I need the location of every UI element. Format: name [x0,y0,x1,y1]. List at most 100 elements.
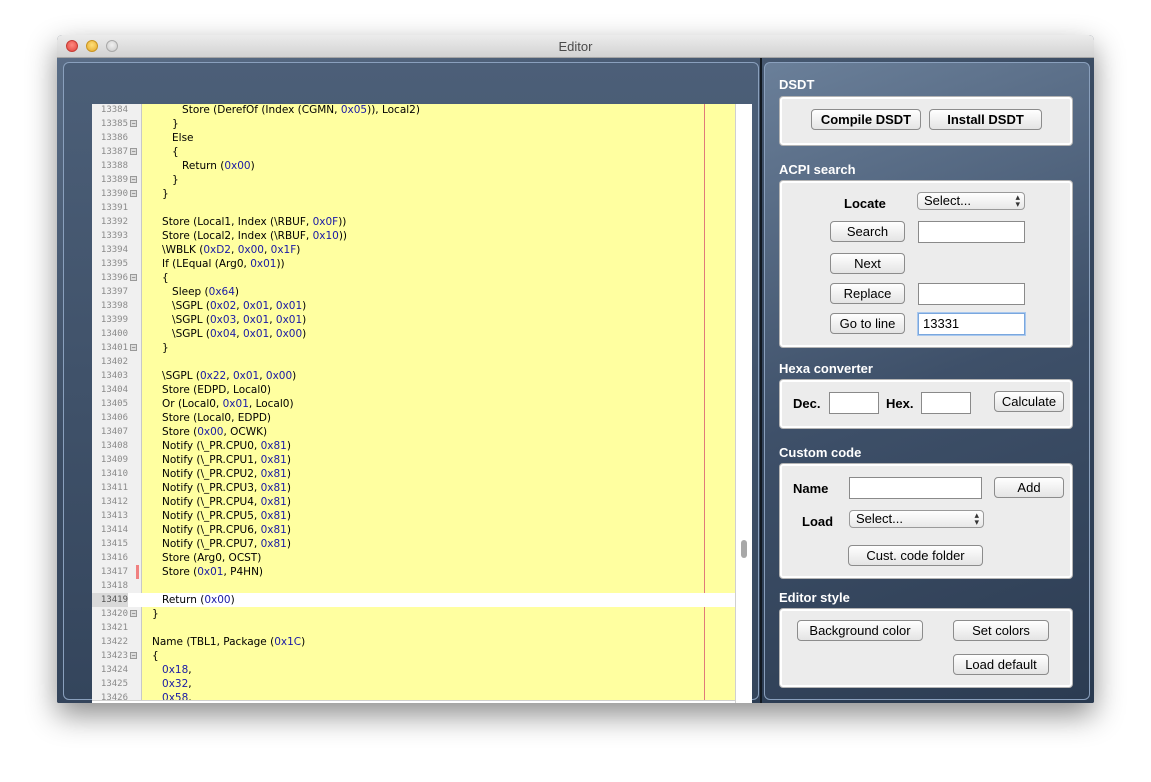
code-line[interactable]: 13425 0x32, [92,677,735,691]
code-line[interactable]: 13391 [92,201,735,215]
code-line[interactable]: 13399 \SGPL (0x03, 0x01, 0x01) [92,313,735,327]
go-to-line-button[interactable]: Go to line [830,313,905,334]
load-select[interactable]: Select... ▴ ▾ [849,510,984,528]
fold-toggle-icon[interactable]: − [130,176,137,184]
hex-input[interactable] [921,392,971,414]
code-line[interactable]: 13389− } [92,173,735,187]
code-line[interactable]: 13393 Store (Local2, Index (\RBUF, 0x10)… [92,229,735,243]
code-line[interactable]: 13424 0x18, [92,663,735,677]
search-input[interactable] [918,221,1025,243]
code-line[interactable]: 13412 Notify (\_PR.CPU4, 0x81) [92,495,735,509]
locate-select[interactable]: Select... ▴ ▾ [917,192,1025,210]
code-text: Name (TBL1, Package (0x1C) [142,636,306,648]
fold-toggle-icon[interactable]: − [130,120,137,128]
line-number: 13404 [100,385,128,395]
code-line[interactable]: 13411 Notify (\_PR.CPU3, 0x81) [92,481,735,495]
install-dsdt-button[interactable]: Install DSDT [929,109,1042,130]
next-button[interactable]: Next [830,253,905,274]
line-number: 13405 [100,399,128,409]
compile-dsdt-button[interactable]: Compile DSDT [811,109,921,130]
code-line[interactable]: 13418 [92,579,735,593]
code-text: Sleep (0x64) [142,286,240,298]
code-line[interactable]: 13387− { [92,145,735,159]
fold-toggle-icon[interactable]: − [130,148,137,156]
split-divider[interactable] [760,58,762,703]
line-number: 13401 [100,343,128,353]
code-text: } [142,188,169,200]
line-number: 13417 [100,567,128,577]
code-line[interactable]: 13390− } [92,187,735,201]
code-text: Notify (\_PR.CPU3, 0x81) [142,482,291,494]
fold-toggle-icon[interactable]: − [130,652,137,660]
code-line[interactable]: 13396− { [92,271,735,285]
code-line[interactable]: 13398 \SGPL (0x02, 0x01, 0x01) [92,299,735,313]
line-number: 13408 [100,441,128,451]
code-text: Store (Local1, Index (\RBUF, 0x0F)) [142,216,347,228]
load-default-button[interactable]: Load default [953,654,1049,675]
code-line[interactable]: 13385− } [92,117,735,131]
code-line[interactable]: 13420− } [92,607,735,621]
code-text: Notify (\_PR.CPU7, 0x81) [142,538,291,550]
custom-code-name-input[interactable] [849,477,982,499]
code-line[interactable]: 13407 Store (0x00, OCWK) [92,425,735,439]
code-line[interactable]: 13401− } [92,341,735,355]
code-line[interactable]: 13388 Return (0x00) [92,159,735,173]
acpi-search-box: Locate Select... ▴ ▾ Search Next Replace … [779,180,1073,348]
background-color-button[interactable]: Background color [797,620,923,641]
search-button[interactable]: Search [830,221,905,242]
code-line[interactable]: 13405 Or (Local0, 0x01, Local0) [92,397,735,411]
set-colors-button[interactable]: Set colors [953,620,1049,641]
go-to-line-input[interactable]: 13331 [918,313,1025,335]
code-line[interactable]: 13386 Else [92,131,735,145]
line-number: 13422 [100,637,128,647]
code-line[interactable]: 13413 Notify (\_PR.CPU5, 0x81) [92,509,735,523]
code-line[interactable]: 13395 If (LEqual (Arg0, 0x01)) [92,257,735,271]
code-line[interactable]: 13422 Name (TBL1, Package (0x1C) [92,635,735,649]
horizontal-scrollbar[interactable] [92,700,735,703]
code-line[interactable]: 13409 Notify (\_PR.CPU1, 0x81) [92,453,735,467]
code-line[interactable]: 13414 Notify (\_PR.CPU6, 0x81) [92,523,735,537]
vertical-scrollbar[interactable] [735,104,752,703]
code-line[interactable]: 13408 Notify (\_PR.CPU0, 0x81) [92,439,735,453]
vertical-scroll-thumb[interactable] [741,540,747,558]
code-editor[interactable]: 13384 Store (DerefOf (Index (CGMN, 0x05)… [92,104,735,700]
fold-toggle-icon[interactable]: − [130,190,137,198]
line-number: 13398 [100,301,128,311]
custom-code-folder-button[interactable]: Cust. code folder [848,545,983,566]
code-line[interactable]: 13403 \SGPL (0x22, 0x01, 0x00) [92,369,735,383]
acpi-search-section-title: ACPI search [779,162,856,177]
code-line[interactable]: 13421 [92,621,735,635]
code-line[interactable]: 13416 Store (Arg0, OCST) [92,551,735,565]
line-number: 13425 [100,679,128,689]
line-number: 13418 [100,581,128,591]
fold-toggle-icon[interactable]: − [130,344,137,352]
code-line[interactable]: 13415 Notify (\_PR.CPU7, 0x81) [92,537,735,551]
code-line[interactable]: 13417 Store (0x01, P4HN) [92,565,735,579]
line-number: 13395 [100,259,128,269]
code-line[interactable]: 13404 Store (EDPD, Local0) [92,383,735,397]
code-line[interactable]: 13426 0x58, [92,691,735,700]
code-line[interactable]: 13400 \SGPL (0x04, 0x01, 0x00) [92,327,735,341]
code-line[interactable]: 13402 [92,355,735,369]
code-line[interactable]: 13384 Store (DerefOf (Index (CGMN, 0x05)… [92,104,735,117]
line-number: 13391 [100,203,128,213]
add-button[interactable]: Add [994,477,1064,498]
code-text: \SGPL (0x03, 0x01, 0x01) [142,314,307,326]
code-text: Notify (\_PR.CPU2, 0x81) [142,468,291,480]
replace-input[interactable] [918,283,1025,305]
code-text: If (LEqual (Arg0, 0x01)) [142,258,285,270]
window-title: Editor [558,39,593,54]
code-line[interactable]: 13397 Sleep (0x64) [92,285,735,299]
code-line[interactable]: 13423− { [92,649,735,663]
code-line[interactable]: 13406 Store (Local0, EDPD) [92,411,735,425]
dec-input[interactable] [829,392,879,414]
fold-toggle-icon[interactable]: − [130,610,137,618]
replace-button[interactable]: Replace [830,283,905,304]
code-line[interactable]: 13419 Return (0x00) [92,593,735,607]
fold-toggle-icon[interactable]: − [130,274,137,282]
code-line[interactable]: 13394 \WBLK (0xD2, 0x00, 0x1F) [92,243,735,257]
calculate-button[interactable]: Calculate [994,391,1064,412]
code-line[interactable]: 13410 Notify (\_PR.CPU2, 0x81) [92,467,735,481]
locate-select-value: Select... [924,193,971,208]
code-line[interactable]: 13392 Store (Local1, Index (\RBUF, 0x0F)… [92,215,735,229]
